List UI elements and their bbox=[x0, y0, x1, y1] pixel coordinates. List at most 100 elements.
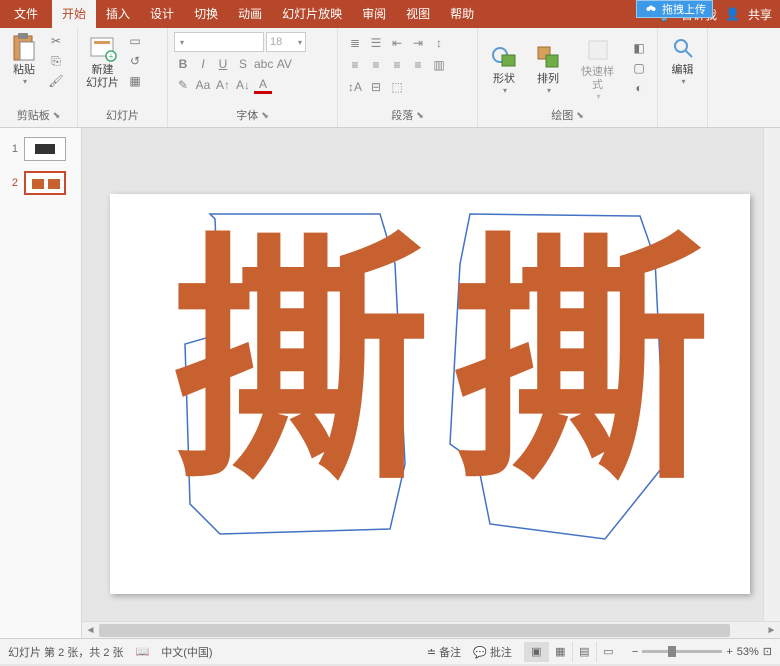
shrink-font-button[interactable]: A↓ bbox=[234, 76, 252, 94]
align-right-button[interactable]: ≡ bbox=[388, 56, 406, 74]
tab-animation[interactable]: 动画 bbox=[228, 0, 272, 28]
slide-canvas-area[interactable]: 撕 撕 ◄ ► bbox=[82, 128, 780, 638]
zoom-level[interactable]: 53% bbox=[737, 646, 759, 658]
chevron-down-icon: ▾ bbox=[596, 92, 600, 101]
editing-button[interactable]: 编辑 ▾ bbox=[663, 30, 703, 88]
paragraph-group-label: 段落 bbox=[391, 107, 413, 123]
zoom-in-button[interactable]: + bbox=[726, 646, 732, 658]
vertical-scrollbar[interactable] bbox=[763, 128, 780, 621]
cut-button[interactable]: ✂ bbox=[46, 32, 66, 50]
highlight-button[interactable]: ✎ bbox=[174, 76, 192, 94]
cloud-upload-button[interactable]: 拖拽上传 bbox=[636, 0, 713, 18]
scroll-thumb[interactable] bbox=[99, 624, 730, 637]
strikethrough-button[interactable]: S bbox=[234, 55, 252, 73]
align-center-button[interactable]: ≡ bbox=[367, 56, 385, 74]
scroll-right-button[interactable]: ► bbox=[763, 622, 780, 639]
tab-transition[interactable]: 切换 bbox=[184, 0, 228, 28]
grow-font-button[interactable]: A↑ bbox=[214, 76, 232, 94]
main-area: 1 2 撕 撕 ◄ ► bbox=[0, 128, 780, 638]
slide[interactable]: 撕 撕 bbox=[110, 194, 750, 594]
font-launcher[interactable]: ⬊ bbox=[261, 110, 269, 121]
thumbnail-2[interactable]: 2 bbox=[0, 168, 81, 198]
scroll-left-button[interactable]: ◄ bbox=[82, 622, 99, 639]
zoom-out-button[interactable]: − bbox=[632, 646, 638, 658]
tab-slideshow[interactable]: 幻灯片放映 bbox=[272, 0, 352, 28]
text-char-2[interactable]: 撕 bbox=[450, 234, 710, 494]
tab-file[interactable]: 文件 bbox=[0, 0, 52, 28]
shape-fill-button[interactable]: ◧ bbox=[629, 39, 649, 57]
chevron-down-icon: ▾ bbox=[23, 77, 27, 86]
copy-button[interactable]: ⎘ bbox=[46, 52, 66, 70]
shapes-button[interactable]: 形状 ▾ bbox=[484, 39, 524, 97]
font-size-combo[interactable]: 18▾ bbox=[266, 32, 306, 52]
indent-dec-button[interactable]: ⇤ bbox=[388, 34, 406, 52]
tab-design[interactable]: 设计 bbox=[140, 0, 184, 28]
new-slide-button[interactable]: + 新建 幻灯片 bbox=[82, 30, 123, 92]
text-char-1[interactable]: 撕 bbox=[170, 234, 430, 494]
sorter-view-button[interactable]: ▦ bbox=[548, 642, 572, 662]
section-button[interactable]: ▦ bbox=[125, 72, 145, 90]
underline-button[interactable]: U bbox=[214, 55, 232, 73]
share-icon: 👤 bbox=[725, 7, 740, 21]
smartart-button[interactable]: ⬚ bbox=[388, 78, 406, 96]
clipboard-group-label: 剪贴板 bbox=[17, 107, 50, 123]
fit-window-button[interactable]: ⊡ bbox=[763, 645, 772, 658]
italic-button[interactable]: I bbox=[194, 55, 212, 73]
paragraph-launcher[interactable]: ⬊ bbox=[416, 110, 424, 121]
tab-home[interactable]: 开始 bbox=[52, 0, 96, 28]
columns-button[interactable]: ▥ bbox=[430, 56, 448, 74]
bullets-button[interactable]: ≣ bbox=[346, 34, 364, 52]
tab-help[interactable]: 帮助 bbox=[440, 0, 484, 28]
clipboard-launcher[interactable]: ⬊ bbox=[53, 110, 61, 121]
bold-button[interactable]: B bbox=[174, 55, 192, 73]
tab-view[interactable]: 视图 bbox=[396, 0, 440, 28]
normal-view-button[interactable]: ▣ bbox=[524, 642, 548, 662]
layout-button[interactable]: ▭ bbox=[125, 32, 145, 50]
reading-view-button[interactable]: ▤ bbox=[572, 642, 596, 662]
thumbnail-1[interactable]: 1 bbox=[0, 134, 81, 164]
spellcheck-icon[interactable]: 📖 bbox=[136, 645, 150, 658]
font-family-combo[interactable]: ▾ bbox=[174, 32, 264, 52]
shadow-button[interactable]: abc bbox=[254, 55, 273, 73]
tab-review[interactable]: 审阅 bbox=[352, 0, 396, 28]
justify-button[interactable]: ≡ bbox=[409, 56, 427, 74]
change-case-button[interactable]: Aa bbox=[194, 76, 212, 94]
language-indicator[interactable]: 中文(中国) bbox=[161, 644, 212, 660]
align-left-button[interactable]: ≡ bbox=[346, 56, 364, 74]
line-spacing-button[interactable]: ↕ bbox=[430, 34, 448, 52]
quickstyle-button[interactable]: 快速样式 ▾ bbox=[572, 32, 623, 103]
zoom-slider[interactable] bbox=[642, 650, 722, 653]
ribbon: 粘贴 ▾ ✂ ⎘ 🖌 剪贴板⬊ + 新建 幻灯片 ▭ ↺ ▦ bbox=[0, 28, 780, 128]
indent-inc-button[interactable]: ⇥ bbox=[409, 34, 427, 52]
text-direction-button[interactable]: ↕A bbox=[346, 78, 364, 96]
notes-button[interactable]: ≐ 备注 bbox=[427, 644, 461, 660]
slideshow-view-button[interactable]: ▭ bbox=[596, 642, 620, 662]
shape-outline-button[interactable]: ▢ bbox=[629, 59, 649, 77]
drawing-launcher[interactable]: ⬊ bbox=[576, 110, 584, 121]
spacing-button[interactable]: AV bbox=[275, 55, 293, 73]
shape-effects-button[interactable]: ◐ bbox=[629, 79, 649, 97]
align-text-button[interactable]: ⊟ bbox=[367, 78, 385, 96]
format-painter-button[interactable]: 🖌 bbox=[46, 72, 66, 90]
font-color-button[interactable]: A bbox=[254, 76, 272, 94]
arrange-button[interactable]: 排列 ▾ bbox=[528, 39, 568, 97]
font-group-label: 字体 bbox=[236, 107, 258, 123]
drawing-group-label: 绘图 bbox=[551, 107, 573, 123]
cloud-upload-label: 拖拽上传 bbox=[662, 1, 706, 17]
numbering-button[interactable]: ☰ bbox=[367, 34, 385, 52]
chevron-down-icon: ▾ bbox=[547, 86, 551, 95]
reset-button[interactable]: ↺ bbox=[125, 52, 145, 70]
horizontal-scrollbar[interactable]: ◄ ► bbox=[82, 621, 780, 638]
tab-insert[interactable]: 插入 bbox=[96, 0, 140, 28]
arrange-icon bbox=[532, 41, 564, 73]
slide-counter[interactable]: 幻灯片 第 2 张，共 2 张 bbox=[8, 644, 124, 660]
paste-button[interactable]: 粘贴 ▾ bbox=[4, 30, 44, 88]
comments-button[interactable]: 💬 批注 bbox=[473, 644, 512, 660]
share-button[interactable]: 共享 bbox=[748, 6, 772, 23]
shapes-icon bbox=[488, 41, 520, 73]
chevron-down-icon: ▾ bbox=[681, 77, 685, 86]
cloud-icon bbox=[643, 1, 659, 17]
paste-icon bbox=[8, 32, 40, 64]
svg-text:+: + bbox=[108, 52, 113, 61]
slides-group-label: 幻灯片 bbox=[106, 107, 139, 123]
